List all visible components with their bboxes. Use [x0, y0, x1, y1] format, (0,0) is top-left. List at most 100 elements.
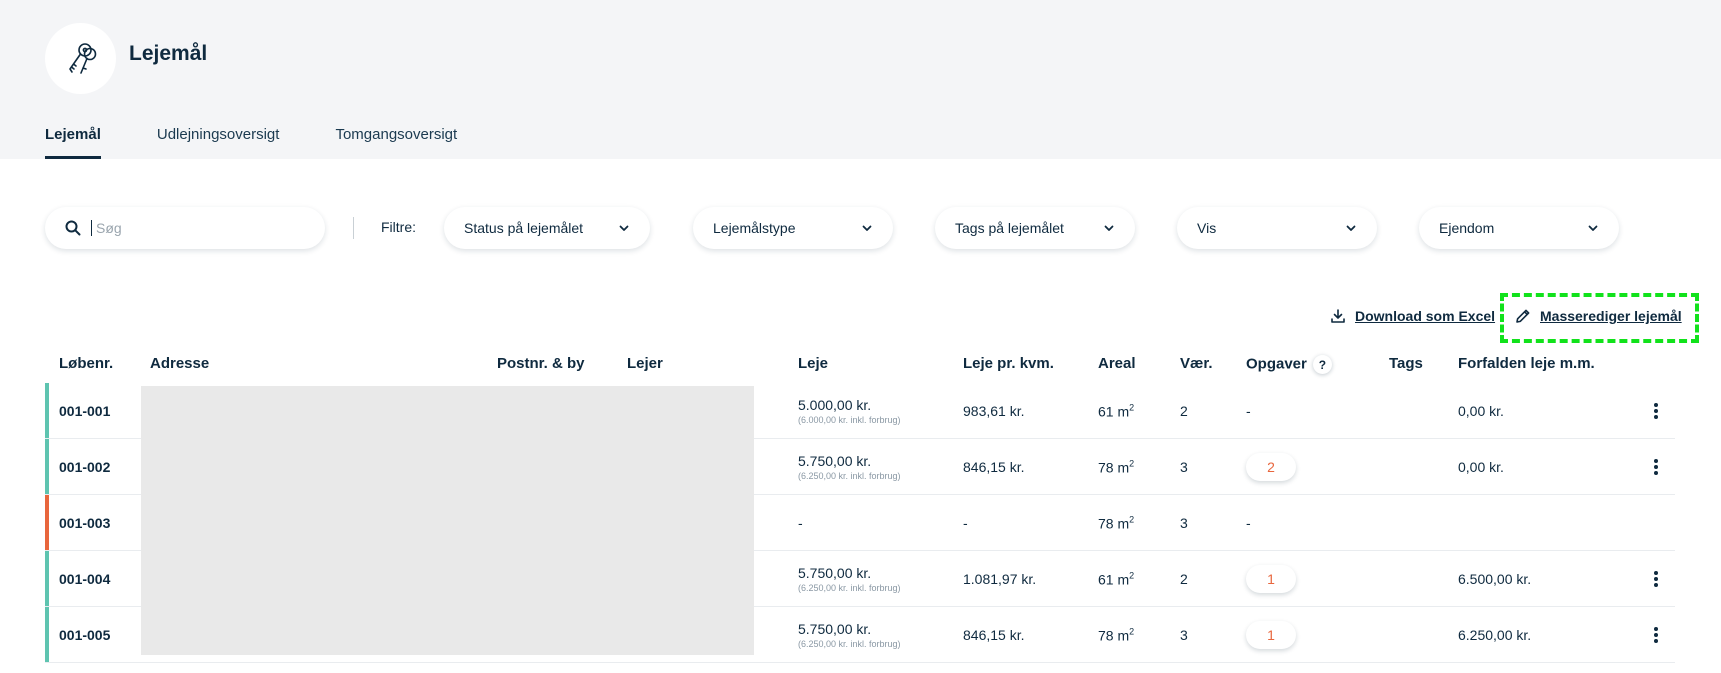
area-value: 61 m [1098, 402, 1130, 419]
area-cell: 78 m2 [1098, 626, 1134, 643]
tasks-badge[interactable]: 1 [1246, 564, 1296, 593]
status-indicator [45, 551, 49, 606]
col-header-tenant[interactable]: Lejer [627, 355, 663, 372]
rent-value: 5.000,00 kr. [798, 396, 872, 413]
help-icon[interactable]: ? [1313, 355, 1332, 374]
download-excel-link[interactable]: Download som Excel [1330, 306, 1495, 326]
search-icon [65, 220, 81, 236]
area-value: 61 m [1098, 570, 1130, 587]
rent-cell: 5.750,00 kr. (6.250,00 kr. inkl. forbrug) [798, 565, 901, 593]
col-header-number[interactable]: Løbenr. [59, 355, 113, 372]
more-options-icon[interactable] [1647, 625, 1665, 645]
status-indicator [45, 383, 49, 438]
tasks-value: - [1246, 402, 1251, 419]
col-header-area[interactable]: Areal [1098, 355, 1136, 372]
rent-cell: 5.000,00 kr. (6.000,00 kr. inkl. forbrug) [798, 397, 901, 425]
col-header-tasks-label: Opgaver [1246, 355, 1307, 373]
download-excel-label: Download som Excel [1355, 308, 1496, 324]
lease-number[interactable]: 001-001 [59, 403, 110, 419]
tags-dropdown-label: Tags på lejemålet [955, 220, 1064, 236]
area-unit-superscript: 2 [1129, 570, 1135, 581]
tab-udlejningsoversigt[interactable]: Udlejningsoversigt [157, 126, 280, 159]
rent-incl-consumption: (6.000,00 kr. inkl. forbrug) [798, 414, 901, 425]
rent-value: 5.750,00 kr. [798, 452, 872, 469]
filter-label: Filtre: [381, 219, 416, 235]
more-options-icon[interactable] [1647, 457, 1665, 477]
more-options-icon[interactable] [1647, 569, 1665, 589]
tab-lejemal[interactable]: Lejemål [45, 126, 101, 159]
type-dropdown-label: Lejemålstype [713, 220, 796, 236]
filter-bar: Filtre: Status på lejemålet Lejemålstype… [45, 207, 1645, 249]
pencil-icon [1516, 309, 1530, 323]
status-dropdown-label: Status på lejemålet [464, 220, 584, 236]
tasks-badge[interactable]: 2 [1246, 452, 1296, 481]
chevron-down-icon [1104, 225, 1114, 231]
col-header-tasks[interactable]: Opgaver? [1246, 355, 1332, 374]
property-dropdown-label: Ejendom [1439, 220, 1495, 236]
redacted-area [141, 386, 754, 655]
chevron-down-icon [1588, 225, 1598, 231]
lease-number[interactable]: 001-002 [59, 459, 110, 475]
tab-bar: Lejemål Udlejningsoversigt Tomgangsovers… [45, 126, 513, 159]
area-cell: 78 m2 [1098, 458, 1134, 475]
rooms-value: 3 [1180, 514, 1188, 531]
rooms-value: 3 [1180, 458, 1188, 475]
more-options-icon[interactable] [1647, 401, 1665, 421]
col-header-tags[interactable]: Tags [1389, 355, 1423, 372]
logo-badge [45, 23, 116, 94]
lease-number[interactable]: 001-003 [59, 515, 110, 531]
search-input[interactable] [91, 220, 301, 236]
col-header-rooms[interactable]: Vær. [1180, 355, 1213, 372]
rooms-value: 3 [1180, 626, 1188, 643]
overdue-value: 6.250,00 kr. [1458, 626, 1532, 643]
status-dropdown[interactable]: Status på lejemålet [444, 207, 650, 249]
tab-tomgangsoversigt[interactable]: Tomgangsoversigt [335, 126, 457, 159]
rent-incl-consumption: (6.250,00 kr. inkl. forbrug) [798, 582, 901, 593]
col-header-postal[interactable]: Postnr. & by [497, 355, 585, 372]
rent-cell: 5.750,00 kr. (6.250,00 kr. inkl. forbrug) [798, 453, 901, 481]
area-unit-superscript: 2 [1129, 458, 1135, 469]
col-header-address[interactable]: Adresse [150, 355, 209, 372]
col-header-rent[interactable]: Leje [798, 355, 828, 372]
area-unit-superscript: 2 [1129, 626, 1135, 637]
overdue-value: 0,00 kr. [1458, 402, 1504, 419]
area-cell: 61 m2 [1098, 402, 1134, 419]
rent-sqm-value: 1.081,97 kr. [963, 570, 1037, 587]
mass-edit-label: Masserediger lejemål [1540, 308, 1682, 324]
rent-incl-consumption: (6.250,00 kr. inkl. forbrug) [798, 470, 901, 481]
area-unit-superscript: 2 [1129, 402, 1135, 413]
rooms-value: 2 [1180, 402, 1188, 419]
chevron-down-icon [619, 225, 629, 231]
property-dropdown[interactable]: Ejendom [1419, 207, 1619, 249]
tasks-value: - [1246, 514, 1251, 531]
chevron-down-icon [862, 225, 872, 231]
lease-number[interactable]: 001-005 [59, 627, 110, 643]
mass-edit-link[interactable]: Masserediger lejemål [1515, 306, 1682, 326]
rent-incl-consumption: (6.250,00 kr. inkl. forbrug) [798, 638, 901, 649]
tasks-badge[interactable]: 1 [1246, 620, 1296, 649]
status-indicator [45, 439, 49, 494]
col-header-rent-sqm[interactable]: Leje pr. kvm. [963, 355, 1054, 372]
area-value: 78 m [1098, 514, 1130, 531]
type-dropdown[interactable]: Lejemålstype [693, 207, 893, 249]
page-title: Lejemål [129, 42, 208, 65]
rent-sqm-value: - [963, 514, 968, 531]
rent-value: 5.750,00 kr. [798, 564, 872, 581]
rent-sqm-value: 846,15 kr. [963, 458, 1025, 475]
rent-value: - [798, 514, 803, 531]
tags-dropdown[interactable]: Tags på lejemålet [935, 207, 1135, 249]
area-cell: 78 m2 [1098, 514, 1134, 531]
rent-value: 5.750,00 kr. [798, 620, 872, 637]
overdue-value: 6.500,00 kr. [1458, 570, 1532, 587]
status-indicator [45, 495, 49, 550]
col-header-overdue[interactable]: Forfalden leje m.m. [1458, 355, 1595, 372]
view-dropdown[interactable]: Vis [1177, 207, 1377, 249]
status-indicator [45, 607, 49, 662]
view-dropdown-label: Vis [1197, 220, 1217, 236]
area-value: 78 m [1098, 458, 1130, 475]
download-icon [1331, 309, 1345, 323]
search-box[interactable] [45, 207, 325, 249]
rent-sqm-value: 846,15 kr. [963, 626, 1025, 643]
lease-number[interactable]: 001-004 [59, 571, 110, 587]
area-cell: 61 m2 [1098, 570, 1134, 587]
